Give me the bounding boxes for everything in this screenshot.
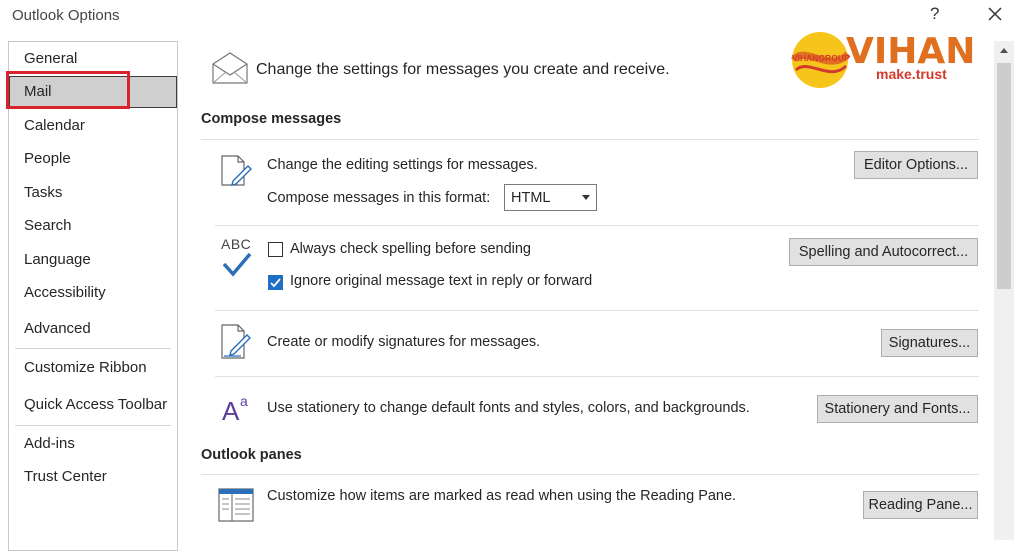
svg-text:A: A xyxy=(222,396,240,424)
reading-pane-icon xyxy=(218,488,254,527)
sidebar-item-label: General xyxy=(24,50,78,67)
close-button[interactable] xyxy=(984,2,1006,26)
logo-circle-text: VIHANGROUP xyxy=(792,53,850,63)
section-title-panes: Outlook panes xyxy=(201,447,302,463)
vihan-logo: VIHANGROUP VIHAN make.trust xyxy=(790,30,986,90)
compose-format-label: Compose messages in this format: xyxy=(267,190,491,206)
sidebar-item-label: Quick Access Toolbar xyxy=(24,396,168,413)
sidebar-item-label: People xyxy=(24,150,71,167)
vertical-scrollbar[interactable] xyxy=(994,41,1014,540)
sidebar-item-label: Customize Ribbon xyxy=(24,359,147,376)
scroll-up-button[interactable] xyxy=(994,41,1014,61)
section-divider xyxy=(201,474,979,475)
signatures-button[interactable]: Signatures... xyxy=(881,329,978,357)
stationery-text: Use stationery to change default fonts a… xyxy=(267,400,750,416)
spelling-check-icon xyxy=(222,252,252,283)
svg-text:a: a xyxy=(240,393,248,409)
editing-settings-text: Change the editing settings for messages… xyxy=(267,157,538,173)
help-button[interactable]: ? xyxy=(930,4,939,24)
sidebar-item-label: Language xyxy=(24,251,91,268)
page-description: Change the settings for messages you cre… xyxy=(256,61,670,78)
sidebar-item-label: Accessibility xyxy=(24,284,106,301)
stationery-fonts-button[interactable]: Stationery and Fonts... xyxy=(817,395,978,423)
sidebar-item-label: Advanced xyxy=(24,320,91,337)
sidebar-divider xyxy=(15,425,171,426)
sidebar-item-people[interactable]: People xyxy=(9,143,177,175)
editor-options-button[interactable]: Editor Options... xyxy=(854,151,978,179)
reading-pane-button[interactable]: Reading Pane... xyxy=(863,491,978,519)
sidebar-item-accessibility[interactable]: Accessibility xyxy=(9,277,177,309)
abc-label: ABC xyxy=(221,236,252,252)
always-check-spelling-checkbox[interactable] xyxy=(268,242,283,257)
compose-format-value: HTML xyxy=(511,190,551,206)
signature-pen-icon xyxy=(219,323,255,366)
sidebar-item-quick-access-toolbar[interactable]: Quick Access Toolbar xyxy=(9,389,177,421)
chevron-down-icon xyxy=(582,195,590,200)
sidebar-item-search[interactable]: Search xyxy=(9,210,177,242)
edit-pen-icon xyxy=(219,154,253,193)
close-icon xyxy=(988,7,1002,21)
compose-format-select[interactable]: HTML xyxy=(504,184,597,211)
highlight-box xyxy=(6,71,130,109)
section-divider xyxy=(201,139,979,140)
sidebar-item-language[interactable]: Language xyxy=(9,244,177,276)
group-divider xyxy=(215,225,979,226)
scroll-thumb[interactable] xyxy=(997,63,1011,289)
section-title-compose: Compose messages xyxy=(201,111,342,127)
options-sidebar: General Mail Calendar People Tasks Searc… xyxy=(8,41,178,551)
sidebar-item-label: Search xyxy=(24,217,72,234)
group-divider xyxy=(215,310,979,311)
sidebar-item-calendar[interactable]: Calendar xyxy=(9,110,177,142)
sidebar-item-label: Trust Center xyxy=(24,468,107,485)
checkmark-icon xyxy=(270,278,281,288)
sidebar-item-advanced[interactable]: Advanced xyxy=(9,313,177,345)
signatures-text: Create or modify signatures for messages… xyxy=(267,334,541,350)
envelope-icon xyxy=(211,50,249,91)
spelling-autocorrect-button[interactable]: Spelling and Autocorrect... xyxy=(789,238,978,266)
reading-pane-text: Customize how items are marked as read w… xyxy=(267,488,737,504)
sidebar-item-tasks[interactable]: Tasks xyxy=(9,177,177,209)
title-bar: Outlook Options ? xyxy=(0,0,1024,34)
sidebar-item-label: Tasks xyxy=(24,184,63,201)
group-divider xyxy=(215,376,979,377)
ignore-original-text-label: Ignore original message text in reply or… xyxy=(290,273,593,289)
window-title: Outlook Options xyxy=(12,7,120,24)
logo-tagline: make.trust xyxy=(876,66,947,82)
always-check-spelling-label: Always check spelling before sending xyxy=(290,241,531,257)
sidebar-item-label: Add-ins xyxy=(24,435,75,452)
sidebar-item-add-ins[interactable]: Add-ins xyxy=(9,428,177,460)
sidebar-item-trust-center[interactable]: Trust Center xyxy=(9,461,177,493)
stationery-font-icon: A a xyxy=(222,392,254,429)
sidebar-item-label: Calendar xyxy=(24,117,85,134)
sidebar-item-customize-ribbon[interactable]: Customize Ribbon xyxy=(9,352,177,384)
ignore-original-text-checkbox[interactable] xyxy=(268,275,283,290)
sidebar-divider xyxy=(15,348,171,349)
